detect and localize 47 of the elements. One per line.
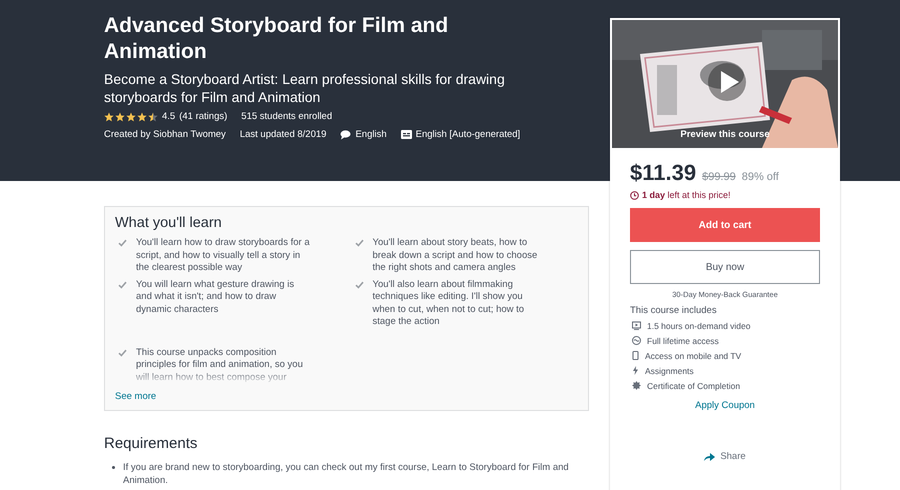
rating-value: 4.5 <box>162 111 176 122</box>
feature-text: Certificate of Completion <box>647 380 740 390</box>
section-heading: What you'll learn <box>115 215 223 231</box>
enrolled-count: 515 students enrolled <box>241 111 332 122</box>
feature-text: Assignments <box>645 366 694 376</box>
course-subtitle: Become a Storyboard Artist: Learn professional skills for drawing storyboards for Film and Animation <box>104 70 506 106</box>
price: $11.39 <box>630 160 696 186</box>
check-icon <box>118 280 127 288</box>
learning-point: This course unpacks composition principles for film and animation, so you will learn how to best compose your <box>136 346 304 384</box>
feature-text: 1.5 hours on-demand video <box>647 320 750 330</box>
check-icon <box>354 239 364 247</box>
author-line: Created by Siobhan Twomey <box>104 129 226 140</box>
section-heading: Requirements <box>104 434 198 452</box>
share-button[interactable]: Share <box>704 451 746 462</box>
learning-point: You'll learn about story beats, how to break down a script and how to choose the right shots and camera angles <box>372 237 538 274</box>
check-icon <box>354 280 364 288</box>
learning-point: You will learn what gesture drawing is and what it isn't; and how to draw dynamic characters <box>136 278 296 316</box>
captions-language: English [Auto-generated] <box>416 129 520 140</box>
feature-text: Full lifetime access <box>647 336 719 346</box>
buy-now-button[interactable]: Buy now <box>630 250 820 284</box>
see-more-link[interactable]: See more <box>115 390 156 402</box>
learning-point: You'll also learn about filmmaking techniques like editing. I'll show you when to cut, when not to cut; how to stage the action <box>372 278 526 328</box>
clock-icon <box>630 190 639 200</box>
speech-bubble-icon <box>340 130 352 140</box>
requirement-text: If you are brand new to storyboarding, you can check out my first course, Learn to Storyboard for Film and Animation. <box>123 460 570 486</box>
play-icon[interactable] <box>707 62 747 102</box>
add-to-cart-button[interactable]: Add to cart <box>630 208 820 242</box>
share-icon <box>704 452 716 460</box>
badge-icon <box>632 381 641 390</box>
original-price: $99.99 <box>702 171 736 183</box>
last-updated: Last updated 8/2019 <box>240 129 326 140</box>
check-icon <box>118 348 127 356</box>
discount: 89% off <box>742 171 779 183</box>
includes-heading: This course includes <box>630 305 718 316</box>
ratings-count: (41 ratings) <box>179 111 228 122</box>
lightning-icon <box>632 366 639 375</box>
course-title: Advanced Storyboard for Film and Animation <box>104 13 450 65</box>
timer-text: 1 day left at this price! <box>642 190 731 200</box>
phone-icon <box>632 351 639 360</box>
apply-coupon-link[interactable]: Apply Coupon <box>695 400 755 411</box>
bullet-icon <box>112 466 115 468</box>
captions-icon <box>400 130 412 139</box>
feature-text: Access on mobile and TV <box>645 350 742 360</box>
learning-point: You'll learn how to draw storyboards for a script, and how to visually tell a story in the clearest possible way <box>136 237 311 274</box>
video-icon <box>632 321 641 330</box>
language: English <box>355 129 387 140</box>
check-icon <box>118 239 127 247</box>
